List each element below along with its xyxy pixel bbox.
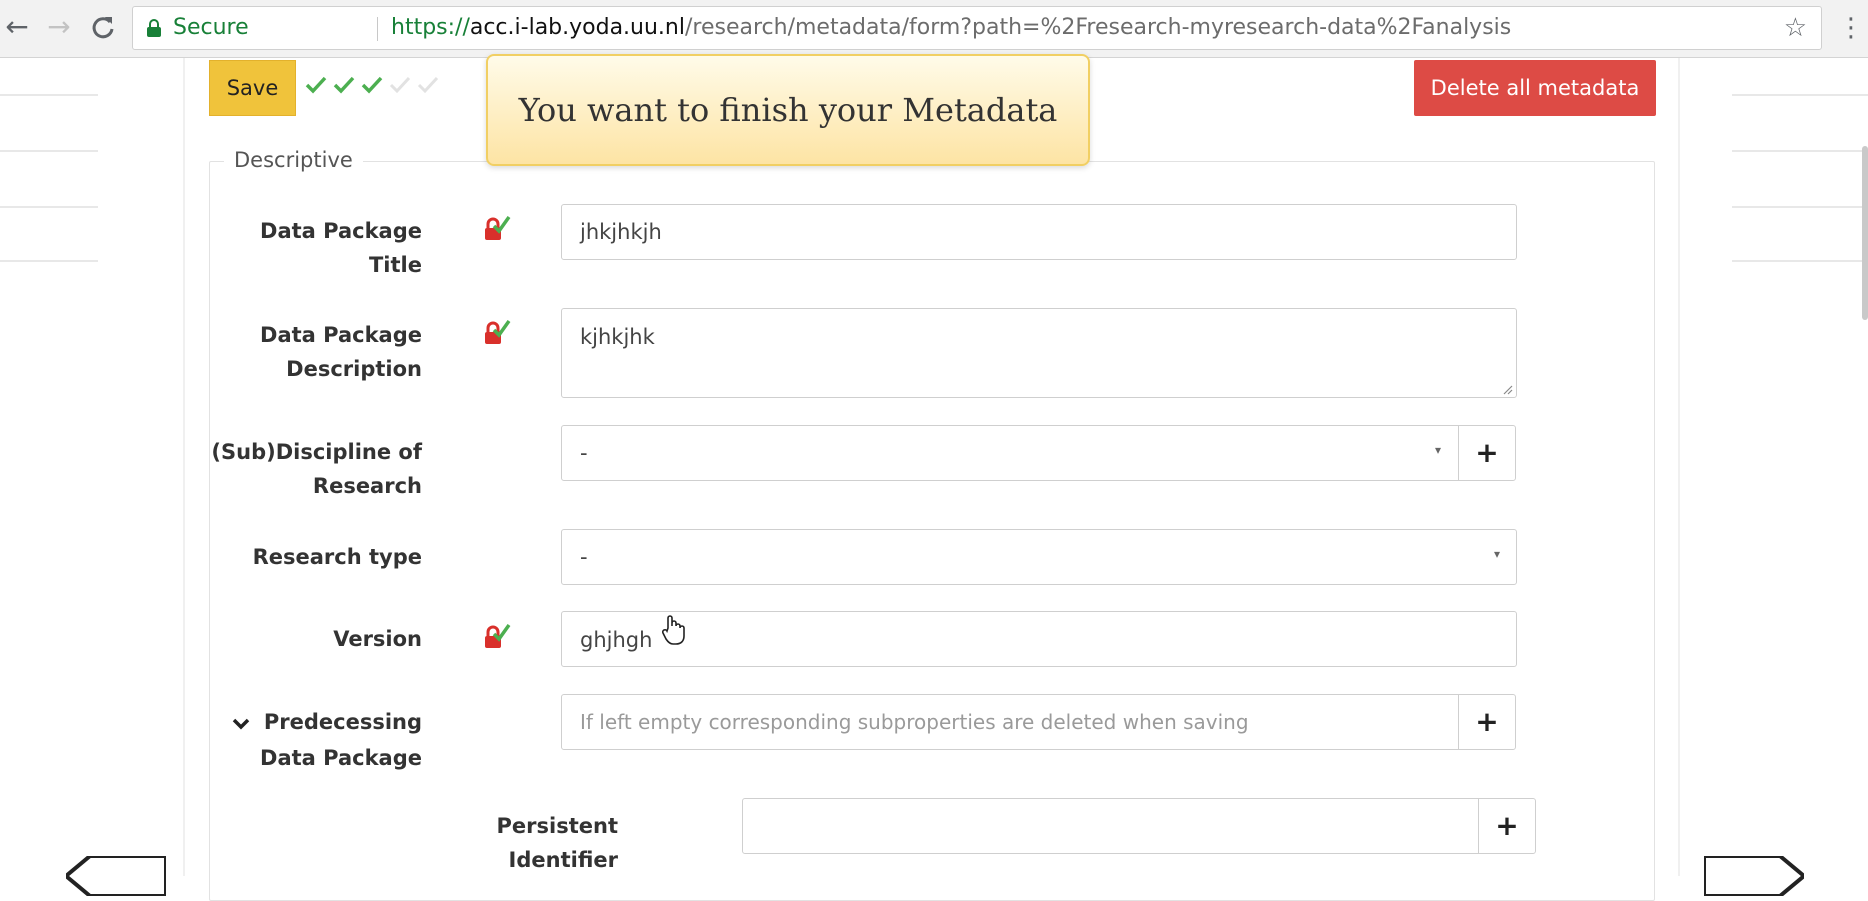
research-type-label: Research type	[252, 545, 422, 569]
scrollbar-thumb[interactable]	[1862, 146, 1868, 320]
background-line	[0, 150, 98, 152]
reload-icon	[92, 17, 114, 39]
background-line	[1732, 150, 1868, 152]
background-line	[0, 260, 98, 262]
save-button[interactable]: Save	[209, 60, 296, 116]
version-input[interactable]: ghjhgh	[561, 611, 1517, 667]
persistent-identifier-label: Persistent Identifier	[496, 814, 618, 872]
persistent-identifier-input[interactable]	[742, 798, 1480, 854]
delete-all-metadata-button[interactable]: Delete all metadata	[1414, 60, 1656, 116]
browser-toolbar: ← → Secure https://acc.i-lab.yoda.uu.nl/…	[0, 0, 1868, 58]
add-predecessing-button[interactable]: +	[1458, 694, 1516, 750]
lock-icon	[147, 19, 161, 37]
lock-check-icon	[485, 623, 511, 648]
resize-handle-icon[interactable]	[1503, 385, 1513, 395]
omnibox-divider	[377, 17, 378, 41]
background-line	[0, 94, 98, 96]
title-input[interactable]: jhkjhkjh	[561, 204, 1517, 260]
progress-check-icon	[305, 76, 327, 94]
discipline-label: (Sub)Discipline of Research	[211, 440, 422, 498]
bookmark-star-icon[interactable]: ☆	[1784, 7, 1807, 49]
add-persistent-identifier-button[interactable]: +	[1478, 798, 1536, 854]
section-legend: Descriptive	[224, 148, 363, 172]
progress-check-icon	[417, 76, 439, 94]
background-line	[1732, 94, 1868, 96]
progress-check-icon	[389, 76, 411, 94]
reload-button[interactable]	[86, 8, 120, 46]
background-line	[1732, 206, 1868, 208]
research-type-select[interactable]: -	[561, 529, 1517, 585]
background-line	[0, 206, 98, 208]
predecessing-input[interactable]: If left empty corresponding subpropertie…	[561, 694, 1459, 750]
title-label: Data Package Title	[260, 219, 422, 277]
add-discipline-button[interactable]: +	[1458, 425, 1516, 481]
next-arrow-icon[interactable]	[1704, 856, 1804, 896]
background-line	[1732, 260, 1868, 262]
back-arrow-icon: ←	[5, 10, 29, 43]
predecessing-label[interactable]: Predecessing Data Package	[122, 705, 422, 775]
version-label: Version	[333, 627, 422, 651]
page-column-border	[1678, 58, 1680, 876]
progress-check-icon	[361, 76, 383, 94]
forward-button[interactable]: →	[42, 8, 76, 46]
url-text: https://acc.i-lab.yoda.uu.nl/research/me…	[391, 15, 1512, 40]
browser-menu-icon[interactable]: ⋮	[1838, 10, 1864, 46]
forward-arrow-icon: →	[47, 10, 71, 43]
description-textarea[interactable]: kjhkjhk	[561, 308, 1517, 398]
notification-toast: You want to finish your Metadata	[486, 54, 1090, 166]
description-label: Data Package Description	[260, 323, 422, 381]
select-caret-icon: ▾	[1494, 547, 1501, 561]
secure-label: Secure	[173, 15, 249, 40]
address-bar[interactable]: Secure https://acc.i-lab.yoda.uu.nl/rese…	[132, 6, 1822, 50]
previous-arrow-icon[interactable]	[66, 856, 166, 896]
discipline-select[interactable]: -	[561, 425, 1459, 481]
select-caret-icon: ▾	[1435, 443, 1442, 457]
lock-check-icon	[485, 319, 511, 344]
chevron-down-icon[interactable]	[232, 713, 256, 734]
progress-check-icon	[333, 76, 355, 94]
lock-check-icon	[485, 215, 511, 240]
back-button[interactable]: ←	[0, 8, 34, 46]
hand-cursor-icon	[662, 615, 685, 645]
